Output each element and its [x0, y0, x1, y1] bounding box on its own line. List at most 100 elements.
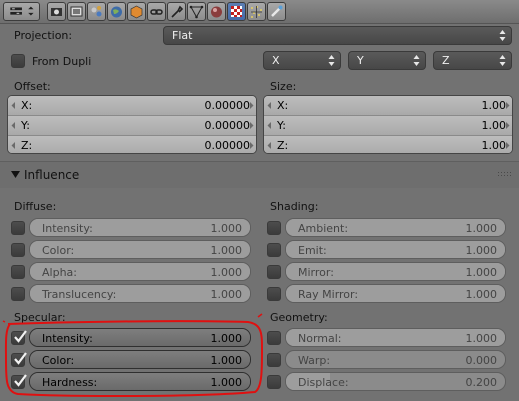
offset-label: Offset:: [14, 80, 51, 93]
up-down-arrows-icon: [328, 55, 335, 66]
diffuse-translucency-slider[interactable]: Translucency: 1.000: [29, 284, 251, 303]
slider-label: Color:: [42, 354, 75, 367]
axis-y-dropdown[interactable]: Y: [348, 51, 426, 70]
increment-arrow-icon[interactable]: [505, 122, 510, 129]
tab-render-layers[interactable]: [67, 2, 86, 21]
diffuse-color-slider[interactable]: Color: 1.000: [29, 240, 251, 259]
slider-label: Color:: [42, 244, 75, 257]
decrement-arrow-icon[interactable]: [11, 122, 16, 129]
shading-emit-slider[interactable]: Emit: 1.000: [285, 240, 506, 259]
geometry-normal-slider[interactable]: Normal: 1.000: [285, 328, 506, 347]
offset-z-label: Z:: [21, 139, 33, 152]
tab-constraints[interactable]: [147, 2, 166, 21]
shading-mirror-slider[interactable]: Mirror: 1.000: [285, 262, 506, 281]
geometry-label: Geometry:: [270, 311, 328, 324]
editor-type-button[interactable]: [3, 2, 40, 21]
decrement-arrow-icon[interactable]: [267, 122, 272, 129]
tab-physics[interactable]: [267, 2, 286, 21]
geometry-normal-checkbox[interactable]: [267, 331, 281, 345]
projection-value: Flat: [172, 29, 193, 42]
from-dupli-checkbox[interactable]: [11, 54, 25, 68]
slider-value: 1.000: [210, 332, 243, 345]
axis-x-dropdown[interactable]: X: [263, 51, 341, 70]
shading-ray-mirror-checkbox[interactable]: [267, 287, 281, 301]
slider-label: Mirror:: [298, 266, 334, 279]
shading-ray-mirror-slider[interactable]: Ray Mirror: 1.000: [285, 284, 506, 303]
size-y-field[interactable]: Y: 1.00: [264, 116, 512, 136]
specular-intensity-slider[interactable]: Intensity: 1.000: [29, 328, 251, 347]
projection-label: Projection:: [14, 29, 73, 42]
increment-arrow-icon[interactable]: [249, 122, 254, 129]
slider-value: 0.000: [465, 354, 498, 367]
slider-value: 1.000: [465, 244, 498, 257]
slider-value: 1.000: [210, 354, 243, 367]
slider-label: Translucency:: [42, 288, 117, 301]
render-icon: [51, 8, 62, 16]
drag-grip-icon[interactable]: [498, 172, 511, 178]
material-icon: [211, 6, 222, 18]
size-fields: X: 1.00 Y: 1.00 Z: 1.00: [263, 95, 513, 154]
tab-scene[interactable]: [87, 2, 106, 21]
geometry-displace-checkbox[interactable]: [267, 375, 281, 389]
influence-title: Influence: [24, 168, 80, 182]
offset-y-field[interactable]: Y: 0.00000: [8, 116, 256, 136]
data-icon: [189, 5, 204, 19]
geometry-warp-slider[interactable]: Warp: 0.000: [285, 350, 506, 369]
axis-z-dropdown[interactable]: Z: [433, 51, 512, 70]
diffuse-alpha-checkbox[interactable]: [11, 265, 25, 279]
diffuse-intensity-checkbox[interactable]: [11, 221, 25, 235]
tab-data[interactable]: [187, 2, 206, 21]
specular-intensity-checkbox[interactable]: [11, 330, 27, 345]
decrement-arrow-icon[interactable]: [267, 142, 272, 149]
tab-texture[interactable]: [227, 2, 246, 21]
projection-dropdown[interactable]: Flat: [163, 26, 512, 45]
axis-z-value: Z: [442, 54, 450, 67]
slider-label: Intensity:: [42, 222, 93, 235]
tab-render[interactable]: [47, 2, 66, 21]
collapse-triangle-icon[interactable]: [11, 171, 20, 179]
specular-color-slider[interactable]: Color: 1.000: [29, 350, 251, 369]
shading-ambient-checkbox[interactable]: [267, 221, 281, 235]
up-down-arrows-icon: [413, 55, 420, 66]
tab-object[interactable]: [127, 2, 146, 21]
slider-value: 1.000: [465, 222, 498, 235]
diffuse-color-checkbox[interactable]: [11, 243, 25, 257]
shading-mirror-checkbox[interactable]: [267, 265, 281, 279]
geometry-displace-slider[interactable]: Displace: 0.200: [285, 372, 506, 391]
diffuse-translucency-checkbox[interactable]: [11, 287, 25, 301]
size-y-value: 1.00: [481, 119, 507, 132]
size-z-label: Z:: [277, 139, 289, 152]
specular-hardness-checkbox[interactable]: [11, 374, 27, 389]
shading-emit-checkbox[interactable]: [267, 243, 281, 257]
influence-panel-header[interactable]: Influence: [0, 162, 519, 188]
slider-value: 1.000: [210, 288, 243, 301]
slider-label: Emit:: [298, 244, 327, 257]
tab-world[interactable]: [107, 2, 126, 21]
diffuse-alpha-slider[interactable]: Alpha: 1.000: [29, 262, 251, 281]
increment-arrow-icon[interactable]: [505, 142, 510, 149]
decrement-arrow-icon[interactable]: [11, 142, 16, 149]
tab-material[interactable]: [207, 2, 226, 21]
decrement-arrow-icon[interactable]: [267, 102, 272, 109]
size-z-field[interactable]: Z: 1.00: [264, 136, 512, 153]
specular-hardness-slider[interactable]: Hardness: 1.000: [29, 372, 251, 391]
increment-arrow-icon[interactable]: [249, 102, 254, 109]
offset-z-field[interactable]: Z: 0.00000: [8, 136, 256, 153]
world-icon: [111, 6, 122, 18]
slider-label: Warp:: [298, 354, 331, 367]
diffuse-intensity-slider[interactable]: Intensity: 1.000: [29, 218, 251, 237]
specular-color-checkbox[interactable]: [11, 352, 27, 367]
slider-label: Displace:: [298, 376, 349, 389]
offset-x-field[interactable]: X: 0.00000: [8, 96, 256, 116]
increment-arrow-icon[interactable]: [505, 102, 510, 109]
tab-particles[interactable]: [247, 2, 266, 21]
geometry-warp-checkbox[interactable]: [267, 353, 281, 367]
size-x-field[interactable]: X: 1.00: [264, 96, 512, 116]
increment-arrow-icon[interactable]: [249, 142, 254, 149]
tab-modifiers[interactable]: [167, 2, 186, 21]
shading-ambient-slider[interactable]: Ambient: 1.000: [285, 218, 506, 237]
specular-label: Specular:: [14, 311, 66, 324]
slider-value: 1.000: [210, 376, 243, 389]
decrement-arrow-icon[interactable]: [11, 102, 16, 109]
slider-label: Intensity:: [42, 332, 93, 345]
